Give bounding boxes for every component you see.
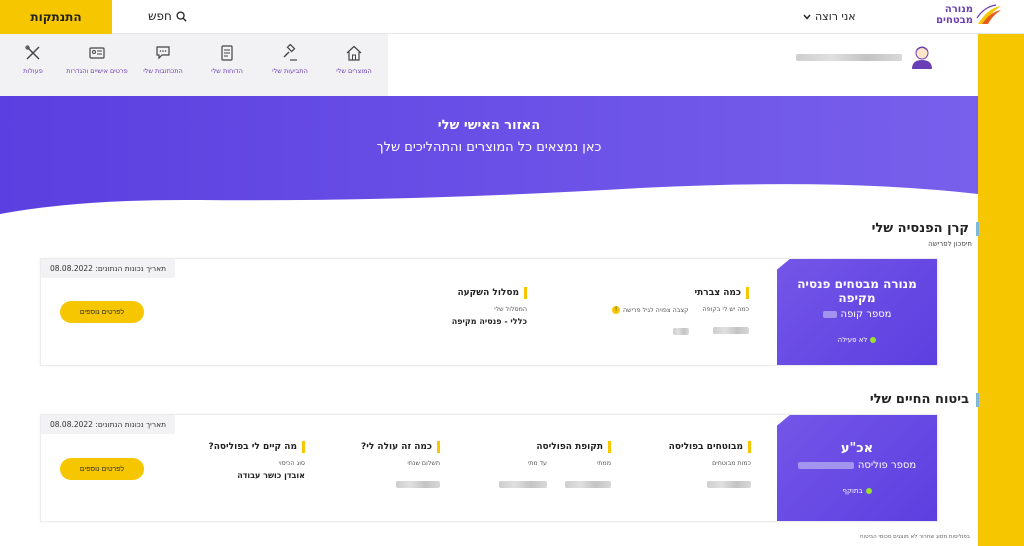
- search-label: חפש: [148, 9, 172, 23]
- nav-label: התכתובות שלי: [143, 67, 183, 75]
- life-card: אכ"ע מספר פוליסה בתוקף תאריך נכונות הנתו…: [40, 414, 938, 522]
- pension-card: מנורה מבטחים פנסיה מקיפה מספר קופה לא פע…: [40, 258, 938, 366]
- pension-section-subtitle: חיסכון לפרישה: [928, 240, 972, 248]
- nav-actions[interactable]: פעולות: [2, 34, 64, 96]
- pension-status: לא פעילה: [777, 336, 937, 344]
- i-want-label: אני רוצה: [815, 10, 856, 23]
- life-policy-name: אכ"ע: [840, 441, 874, 456]
- sub-navigation-bar: המוצרים שלי התביעות שלי הדוחות שלי התכתו…: [0, 34, 978, 96]
- fund-number-label: מספר קופה: [840, 309, 892, 320]
- nav-my-products[interactable]: המוצרים שלי: [323, 34, 385, 96]
- right-side-bar: [978, 34, 1024, 546]
- user-avatar-icon: [912, 46, 932, 69]
- col-title: מבוטחים בפוליסה: [651, 441, 751, 453]
- redacted-value: [672, 328, 689, 335]
- status-label: לא פעילה: [837, 336, 868, 344]
- redacted-value: [707, 481, 751, 488]
- status-dot: [865, 488, 872, 494]
- life-col-coverage: מה קיים לי בפוליסה? סוג הכיסוי אובדן כוש…: [195, 441, 305, 480]
- status-dot: [870, 337, 877, 343]
- col-label: כמה יש לי בקופה: [702, 306, 749, 313]
- life-card-header[interactable]: אכ"ע מספר פוליסה בתוקף: [777, 415, 937, 521]
- pension-col-track: מסלול השקעה המסלול שלי כללי - פנסיה מקיפ…: [417, 287, 527, 326]
- redacted-value: [713, 327, 749, 334]
- hero-background: [0, 96, 978, 214]
- i-want-dropdown[interactable]: אני רוצה: [803, 10, 856, 23]
- col-label: כמות מבוטחים: [712, 460, 751, 467]
- col-label: תשלום שנתי: [407, 460, 440, 467]
- col-title: כמה זה עולה לי?: [340, 441, 440, 453]
- info-icon[interactable]: !: [612, 306, 621, 314]
- policy-number-label: מספר פוליסה: [857, 460, 917, 471]
- life-more-details-button[interactable]: לפרטים נוספים: [60, 458, 144, 480]
- main-nav: המוצרים שלי התביעות שלי הדוחות שלי התכתו…: [0, 34, 388, 96]
- nav-label: פעולות: [23, 67, 43, 75]
- chat-icon: [156, 46, 170, 60]
- user-name-redacted: [796, 53, 902, 61]
- policy-number-redacted: [797, 462, 854, 469]
- logout-button[interactable]: התנתקות: [0, 0, 112, 34]
- search-icon: [176, 10, 187, 22]
- col-label: קצבה צפויה לגיל פרישה: [623, 306, 689, 314]
- life-footnote: בפוליסות מסוג שחרור לא מוצגים סכומי הביט…: [860, 534, 970, 540]
- chevron-down-icon: [803, 14, 811, 20]
- logo-line2: מבטחים: [936, 15, 973, 26]
- col-label: ממתי: [596, 460, 611, 467]
- life-policy-number: מספר פוליסה: [777, 460, 937, 471]
- col-title: תקופת הפוליסה: [481, 441, 611, 453]
- nav-my-reports[interactable]: הדוחות שלי: [196, 34, 258, 96]
- nav-my-claims[interactable]: התביעות שלי: [259, 34, 321, 96]
- col-label-with-info: קצבה צפויה לגיל פרישה!: [612, 306, 689, 314]
- gavel-icon: [283, 44, 297, 61]
- pension-fund-number: מספר קופה: [777, 309, 937, 320]
- fund-number-redacted: [822, 311, 837, 318]
- col-title: מסלול השקעה: [417, 287, 527, 299]
- col-label: סוג הכיסוי: [278, 460, 305, 467]
- home-icon: [346, 45, 362, 61]
- life-col-period: תקופת הפוליסה ממתי עד מתי: [481, 441, 611, 492]
- col-title: מה קיים לי בפוליסה?: [195, 441, 305, 453]
- search-button[interactable]: חפש: [148, 9, 187, 23]
- menora-logo[interactable]: מנורה מבטחים: [936, 4, 1002, 26]
- status-label: בתוקף: [842, 487, 863, 495]
- nav-label: פרטים אישיים והגדרות: [66, 67, 128, 75]
- nav-label: התביעות שלי: [272, 67, 308, 75]
- pension-card-header[interactable]: מנורה מבטחים פנסיה מקיפה מספר קופה לא פע…: [777, 259, 937, 365]
- logo-line1: מנורה: [944, 4, 973, 15]
- redacted-value: [499, 481, 547, 488]
- col-label: המסלול שלי: [494, 306, 527, 313]
- redacted-value: [396, 481, 440, 488]
- hero-title: האזור האישי שלי: [437, 118, 541, 133]
- life-section-title: ביטוח החיים שלי: [870, 393, 979, 407]
- nav-label: הדוחות שלי: [211, 67, 243, 75]
- pension-fund-name: מנורה מבטחים פנסיה מקיפה: [797, 277, 917, 305]
- life-date-label: תאריך נכונות הנתונים: 08.08.2022: [41, 415, 176, 434]
- document-icon: [221, 45, 233, 61]
- pension-more-details-button[interactable]: לפרטים נוספים: [60, 301, 144, 323]
- nav-my-correspondence[interactable]: התכתובות שלי: [132, 34, 194, 96]
- user-info[interactable]: [796, 44, 934, 70]
- redacted-value: [565, 481, 611, 488]
- life-status: בתוקף: [777, 487, 937, 495]
- col-title: כמה צברתי: [599, 287, 749, 299]
- tools-icon: [25, 45, 40, 60]
- nav-personal-details[interactable]: פרטים אישיים והגדרות: [66, 34, 128, 96]
- hero-subtitle: כאן נמצאים כל המוצרים והתהליכים שלך: [376, 140, 602, 155]
- col-value: כללי - פנסיה מקיפה: [451, 317, 527, 326]
- col-label: עד מתי: [527, 460, 547, 467]
- col-value: אובדן כושר עבודה: [237, 471, 305, 480]
- pension-section-title: קרן הפנסיה שלי: [872, 222, 979, 236]
- hero-banner: האזור האישי שלי כאן נמצאים כל המוצרים וה…: [0, 96, 978, 216]
- top-bar: התנתקות חפש אני רוצה מנורה מבטחים: [0, 0, 1024, 34]
- pension-date-label: תאריך נכונות הנתונים: 08.08.2022: [41, 259, 176, 278]
- life-col-insured: מבוטחים בפוליסה כמות מבוטחים: [651, 441, 751, 492]
- logo-swoosh-icon: [976, 4, 1001, 24]
- id-card-icon: [89, 47, 105, 59]
- nav-label: המוצרים שלי: [336, 67, 372, 75]
- pension-col-accumulated: כמה צברתי כמה יש לי בקופה קצבה צפויה לגי…: [599, 287, 749, 339]
- life-col-cost: כמה זה עולה לי? תשלום שנתי: [340, 441, 440, 492]
